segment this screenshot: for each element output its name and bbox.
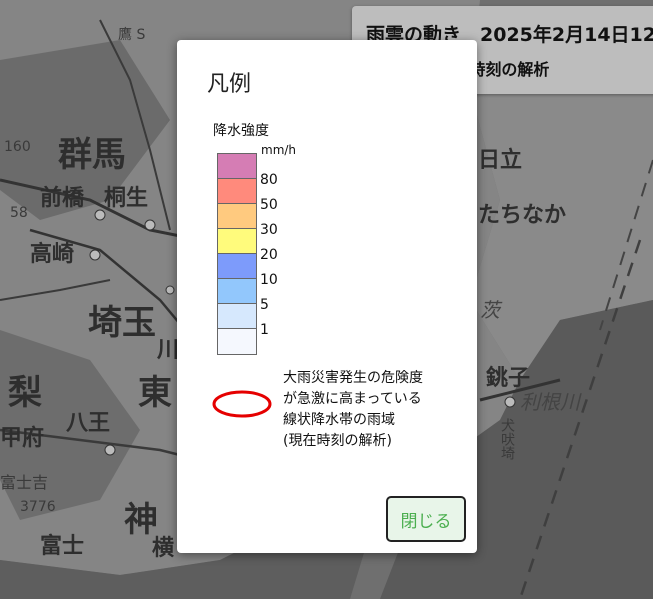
map-label-hitachinaka: たちなか [478,203,567,228]
swatch-30-50 [218,204,256,229]
tick-label-20: 20 [260,247,278,263]
ring-desc-line-3: 線状降水帯の雨域 [283,412,395,428]
red-ring-icon [212,390,272,418]
map-label-top: 鷹 S [118,27,146,43]
swatch-20-30 [218,229,256,254]
map-label-yoko: 横 [152,536,175,561]
map-label-tone: 利根川 [520,390,580,414]
tick-label-50: 50 [260,197,278,213]
map-label-hitachi: 日立 [478,148,523,173]
map-label-elevation-58: 58 [10,205,28,221]
map-label-ibara: 茨 [480,298,500,322]
map-label-elevation-160: 160 [4,139,31,155]
swatch-50-80 [218,179,256,204]
swatch-1-5 [218,304,256,329]
map-label-fuji: 富士 [40,534,85,559]
map-label-nashi: 梨 [8,373,42,413]
map-label-inubo: 犬吠埼 [499,418,515,460]
map-label-higashi: 東 [138,373,172,413]
map-label-gunma: 群馬 [58,135,126,175]
swatch-5-10 [218,279,256,304]
ring-desc-line-4: (現在時刻の解析) [283,433,392,449]
legend-title: 凡例 [207,72,252,97]
precip-intensity-heading: 降水強度 [213,123,269,139]
tick-label-1: 1 [260,322,269,338]
map-label-kana: 神 [124,500,158,540]
map-label-choshi: 銚子 [486,366,531,391]
red-ring-shape [212,390,272,418]
map-label-saitama: 埼玉 [88,303,156,343]
map-label-hachio: 八王 [66,411,111,436]
close-button[interactable]: 閉じる [386,496,466,542]
map-label-kiryu: 桐生 [104,186,149,211]
legend-dialog: 凡例 降水強度 mm/h 80 50 30 20 10 5 1 大雨災害発生の危… [177,40,477,553]
map-label-kofu: 甲府 [0,426,45,451]
linear-rainband-description: 大雨災害発生の危険度 が急激に高まっている 線状降水帯の雨域 (現在時刻の解析) [283,368,463,452]
map-label-takasaki: 高崎 [30,242,75,267]
ring-desc-line-1: 大雨災害発生の危険度 [283,370,423,386]
tick-label-30: 30 [260,222,278,238]
map-label-fujiyoshida: 富士吉 [0,473,49,492]
ring-desc-line-2: が急激に高まっている [283,391,422,407]
swatch-under-1 [218,329,256,354]
tick-label-10: 10 [260,272,278,288]
map-label-kawa: 川 [157,338,180,363]
precip-color-scale [217,153,257,355]
unit-label: mm/h [261,143,297,157]
tick-label-5: 5 [260,297,269,313]
screen: 群馬 前橋 桐生 高崎 埼玉 川 梨 甲府 八王 東 富士吉 富士 神 横 日立… [0,0,653,599]
map-label-elevation-3776: 3776 [20,499,56,515]
swatch-10-20 [218,254,256,279]
map-label-maebashi: 前橋 [40,186,85,211]
tick-label-80: 80 [260,172,278,188]
swatch-over-80 [218,154,256,179]
